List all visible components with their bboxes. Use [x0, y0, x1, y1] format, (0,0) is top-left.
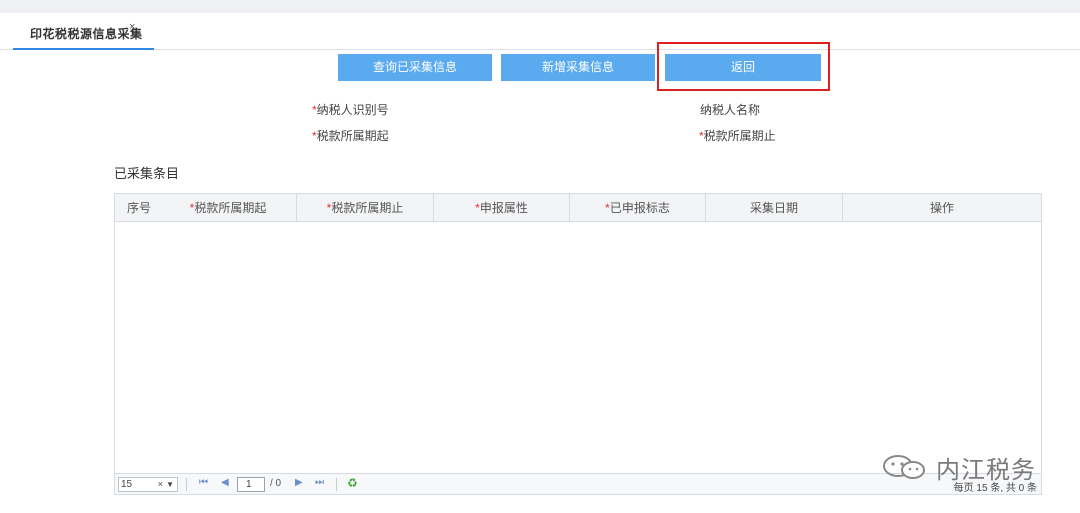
first-page-icon[interactable]: ⏮	[199, 477, 208, 488]
tab-stamp-tax-collection[interactable]: 印花税税源信息采集 ×	[13, 13, 154, 50]
taxpayer-name-label: 纳税人名称	[700, 103, 761, 117]
collected-items-title: 已采集条目	[114, 166, 180, 181]
column-header-declaration-type[interactable]: *申报属性	[434, 194, 570, 222]
clear-icon[interactable]: ×	[158, 478, 163, 491]
period-start-label: *税款所属期起	[312, 129, 389, 143]
tab-bar: 印花税税源信息采集 ×	[0, 13, 1080, 50]
divider	[186, 478, 187, 491]
query-collected-button[interactable]: 查询已采集信息	[338, 54, 492, 81]
refresh-icon[interactable]: ♻	[347, 476, 358, 490]
prev-page-icon[interactable]: ◀	[221, 477, 229, 488]
watermark: 内江税务	[880, 449, 1050, 485]
page-number-input[interactable]: 1	[237, 477, 265, 492]
total-pages: / 0	[270, 478, 282, 489]
add-collection-button[interactable]: 新增采集信息	[501, 54, 655, 81]
divider	[336, 478, 337, 491]
column-header-collect-date[interactable]: 采集日期	[706, 194, 843, 222]
last-page-icon[interactable]: ⏭	[315, 477, 324, 488]
column-header-index[interactable]: 序号	[115, 194, 160, 222]
column-header-actions: 操作	[929, 201, 954, 215]
column-header-period-start[interactable]: *税款所属期起	[160, 194, 297, 222]
top-strip	[0, 0, 1080, 13]
next-page-icon[interactable]: ▶	[295, 477, 303, 488]
taxpayer-id-label: *纳税人识别号	[312, 103, 389, 117]
table-header: 序号 *税款所属期起 *税款所属期止 *申报属性 *已申报标志 采集日期 操作	[115, 194, 1041, 222]
column-header-declared-flag[interactable]: *已申报标志	[570, 194, 706, 222]
chat-bubbles-icon	[883, 455, 925, 479]
period-end-label: *税款所属期止	[699, 129, 776, 143]
back-button[interactable]: 返回	[665, 54, 821, 81]
column-header-period-end[interactable]: *税款所属期止	[297, 194, 434, 222]
tab-close-icon[interactable]: ×	[129, 21, 135, 33]
watermark-text: 内江税务	[936, 457, 1036, 484]
chevron-down-icon[interactable]: ▼	[166, 478, 174, 491]
page-size-select[interactable]: 15 × ▼	[118, 477, 178, 492]
tab-label: 印花税税源信息采集	[30, 27, 143, 41]
